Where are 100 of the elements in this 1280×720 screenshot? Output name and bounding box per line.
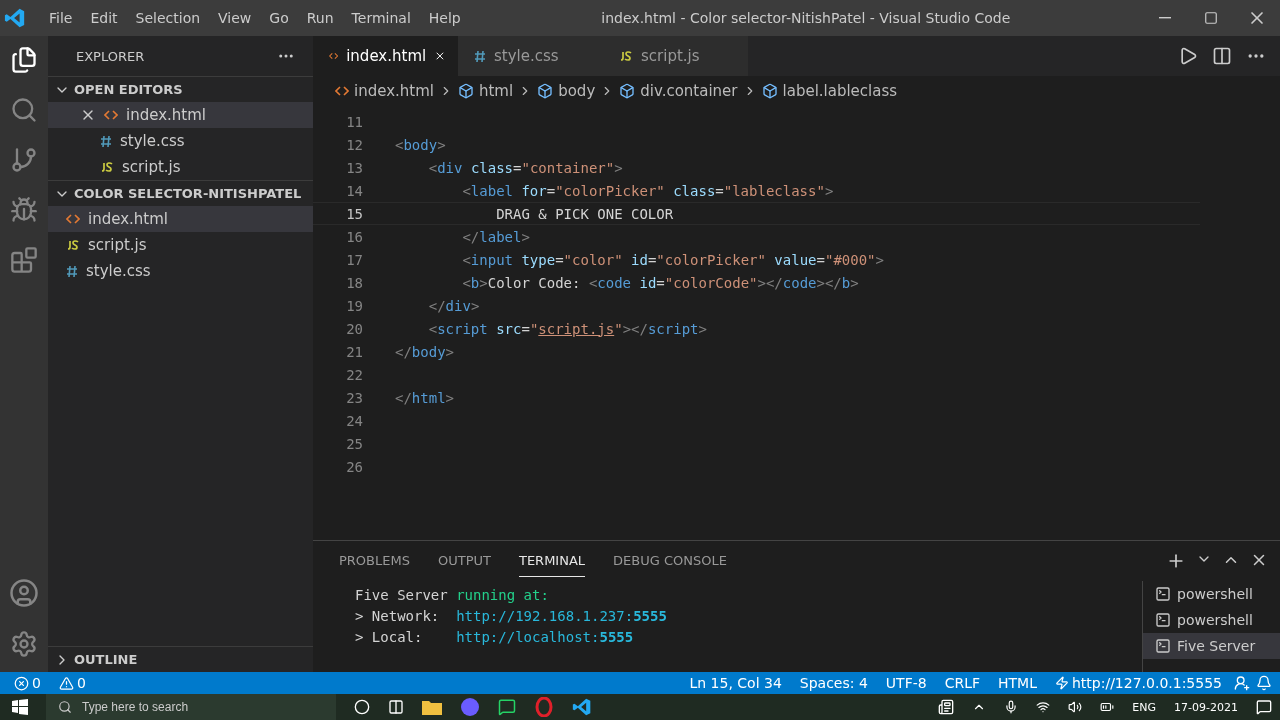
circle-icon[interactable] — [354, 699, 370, 715]
panel-tab[interactable]: OUTPUT — [437, 545, 491, 577]
status-item[interactable]: HTML — [992, 675, 1043, 691]
code-line: </body> — [395, 343, 454, 360]
feedback-icon[interactable] — [1234, 675, 1250, 691]
cube-icon — [619, 83, 636, 99]
folder-icon[interactable] — [422, 699, 442, 715]
warnings-indicator[interactable]: 0 — [52, 675, 92, 691]
explorer-entry[interactable]: index.html — [48, 102, 313, 128]
task-view-icon[interactable] — [388, 699, 404, 715]
angle-brackets-icon — [329, 50, 339, 62]
search-icon[interactable] — [10, 96, 38, 124]
cube-icon — [458, 83, 474, 99]
notifications-icon[interactable] — [1256, 699, 1272, 715]
menu-item[interactable]: View — [209, 10, 261, 26]
terminal-item[interactable]: Five Server — [1143, 633, 1280, 659]
menu-item[interactable]: Go — [260, 10, 298, 26]
line-number: 26 — [345, 458, 363, 475]
code-line: <b>Color Code: <code id="colorCode"></code></b> — [461, 274, 859, 291]
code-line: <body> — [395, 136, 446, 153]
explorer-entry[interactable]: index.html — [48, 206, 313, 232]
terminal-icon — [1155, 612, 1171, 628]
status-item[interactable]: Spaces: 4 — [793, 675, 874, 691]
line-number: 21 — [345, 343, 363, 360]
volume-icon[interactable] — [1068, 700, 1083, 714]
editor-tab[interactable]: script.js — [603, 36, 748, 76]
angle-brackets-icon — [335, 85, 349, 97]
taskbar-search[interactable]: Type here to search — [46, 694, 336, 720]
panel-tab[interactable]: DEBUG CONSOLE — [613, 545, 727, 577]
error-icon — [14, 675, 29, 691]
js-icon — [619, 51, 633, 61]
menu-item[interactable]: Selection — [126, 10, 210, 26]
line-number: 22 — [345, 366, 363, 383]
mic-icon[interactable] — [1004, 700, 1019, 714]
breadcrumb-item[interactable]: html — [479, 82, 514, 100]
line-number: 23 — [345, 389, 363, 406]
search-field[interactable]: Type here to search — [80, 699, 336, 715]
bug-icon[interactable] — [10, 196, 38, 224]
terminal-line: Five Server running at: — [355, 587, 550, 605]
logo-icon[interactable] — [572, 697, 592, 717]
explorer-entry[interactable]: script.js — [48, 232, 313, 258]
status-item[interactable]: Ln 15, Col 34 — [683, 675, 788, 691]
date-text[interactable]: 17-09-2021 — [1174, 700, 1238, 714]
maximize-icon — [1204, 11, 1218, 25]
hash-icon — [66, 264, 78, 278]
line-number: 19 — [345, 297, 363, 314]
line-number: 12 — [345, 136, 363, 153]
lightning-icon — [1054, 676, 1069, 690]
angle-brackets-icon — [104, 109, 118, 121]
hash-icon — [100, 134, 112, 148]
window-title: index.html - Color selector-NitishPatel - Visual Studio Code — [600, 10, 1012, 26]
terminal-line: > Local: http://localhost:5555 — [355, 629, 635, 647]
news-icon[interactable] — [938, 699, 955, 715]
errors-indicator[interactable]: 0 — [8, 675, 47, 691]
menu-item[interactable]: File — [40, 10, 82, 26]
battery-icon[interactable] — [1100, 700, 1115, 714]
line-number: 18 — [345, 274, 363, 291]
menu-item[interactable]: Terminal — [342, 10, 420, 26]
settings-icon[interactable] — [10, 630, 38, 658]
extensions-icon[interactable] — [10, 246, 38, 274]
ring-icon[interactable] — [534, 697, 554, 717]
menu-item[interactable]: Run — [297, 10, 343, 26]
files-icon[interactable] — [10, 46, 38, 74]
code-line: <label for="colorPicker" class="lableclass"> — [461, 182, 834, 199]
browser-icon[interactable] — [460, 697, 480, 717]
explorer-entry[interactable]: style.css — [48, 258, 313, 284]
status-item[interactable]: CRLF — [938, 675, 986, 691]
code-line: <script src="script.js"></script> — [427, 320, 707, 337]
terminal-item[interactable]: powershell — [1143, 581, 1280, 607]
code-line: <div class="container"> — [427, 159, 623, 176]
account-icon[interactable] — [9, 578, 39, 608]
menu-item[interactable]: Help — [419, 10, 470, 26]
line-number: 20 — [345, 320, 363, 337]
branch-icon[interactable] — [10, 146, 38, 174]
explorer-entry[interactable]: style.css — [48, 128, 313, 154]
menu-item[interactable]: Edit — [81, 10, 127, 26]
panel-tab[interactable]: TERMINAL — [518, 545, 586, 577]
panel-tab[interactable]: PROBLEMS — [339, 545, 410, 577]
chat-icon[interactable] — [498, 698, 516, 716]
breadcrumb-item[interactable]: label.lableclass — [782, 82, 898, 100]
breadcrumb-item[interactable]: index.html — [354, 82, 434, 100]
line-number: 13 — [345, 159, 363, 176]
terminal-item[interactable]: powershell — [1143, 607, 1280, 633]
editor-tab[interactable]: index.html — [313, 36, 458, 76]
breadcrumb-item[interactable]: body — [558, 82, 596, 100]
code-line: </label> — [461, 228, 530, 245]
status-item[interactable]: UTF-8 — [879, 675, 933, 691]
editor-tab[interactable]: style.css — [458, 36, 603, 76]
line-number: 15 — [345, 205, 363, 222]
windows-icon[interactable] — [12, 699, 28, 715]
split-icon[interactable] — [1212, 46, 1232, 66]
code-line: </html> — [395, 389, 454, 406]
wifi-icon[interactable] — [1036, 700, 1051, 714]
run-icon[interactable] — [1178, 46, 1198, 66]
js-icon — [100, 162, 114, 172]
breadcrumb-item[interactable]: div.container — [640, 82, 738, 100]
bell-icon[interactable] — [1256, 675, 1272, 691]
explorer-entry[interactable]: script.js — [48, 154, 313, 180]
language-indicator[interactable]: ENG — [1132, 700, 1157, 714]
server-link[interactable]: http://127.0.0.1:5555 — [1048, 675, 1228, 691]
